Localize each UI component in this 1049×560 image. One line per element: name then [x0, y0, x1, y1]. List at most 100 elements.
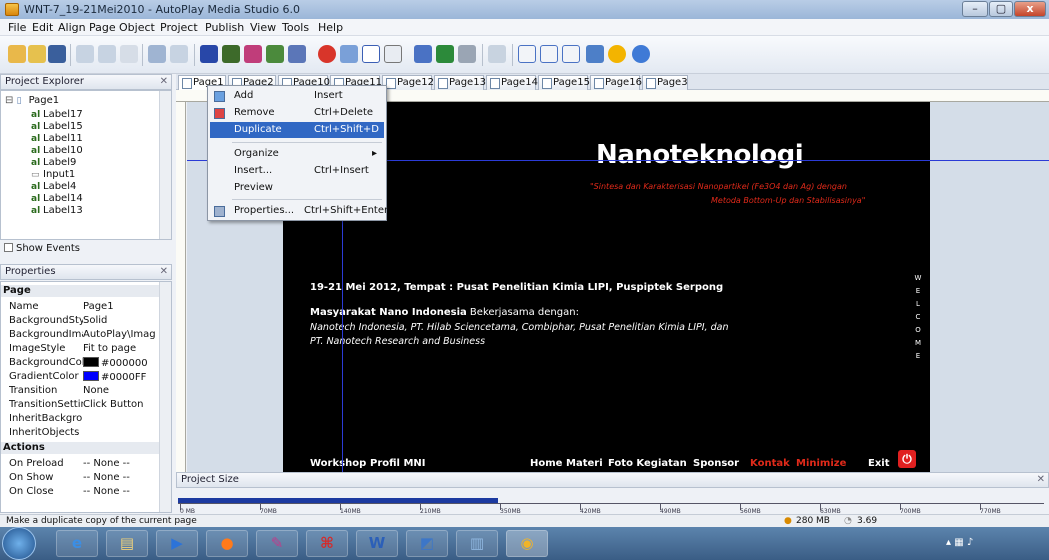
menu-duplicate[interactable]: Duplicate Ctrl+Shift+D — [210, 122, 384, 138]
menu-properties[interactable]: Properties... Ctrl+Shift+Enter — [210, 203, 388, 219]
property-row[interactable]: TransitionSettin Click Button — [1, 399, 159, 411]
dialog-icon[interactable] — [562, 45, 580, 63]
search-icon[interactable] — [488, 45, 506, 63]
menu-edit[interactable]: Edit — [32, 21, 53, 34]
menu-add[interactable]: Add Insert — [210, 88, 384, 104]
save-icon[interactable] — [48, 45, 66, 63]
start-button[interactable] — [2, 527, 36, 560]
media-player-icon[interactable]: ▶ — [156, 530, 198, 557]
minimize-button[interactable]: – — [962, 1, 988, 17]
tree-item[interactable]: al Label10 — [31, 145, 83, 157]
button-object-icon[interactable] — [200, 45, 218, 63]
flash-object-icon[interactable] — [288, 45, 306, 63]
cut-icon[interactable] — [76, 45, 94, 63]
panel-close-icon[interactable]: ✕ — [160, 265, 168, 279]
property-row[interactable]: GradientColor #0000FF — [1, 371, 159, 383]
word-icon[interactable]: W — [356, 530, 398, 557]
tree-item[interactable]: al Label11 — [31, 133, 83, 145]
color-swatch[interactable] — [83, 357, 99, 367]
nav-workshop[interactable]: Workshop — [310, 458, 366, 469]
property-row[interactable]: ImageStyle Fit to page — [1, 343, 159, 355]
tree-item[interactable]: al Label4 — [31, 181, 76, 193]
property-row[interactable]: BackgroundCol #000000 — [1, 357, 159, 369]
color-swatch[interactable] — [83, 371, 99, 381]
close-button[interactable]: x — [1014, 1, 1046, 17]
menu-align[interactable]: Align — [58, 21, 86, 34]
tab-page16[interactable]: Page16 — [590, 75, 642, 90]
autoplay-app-icon[interactable]: ◉ — [506, 530, 548, 557]
nav-kontak[interactable]: Kontak — [750, 458, 790, 469]
property-group[interactable]: Actions — [1, 442, 159, 454]
nav-profil[interactable]: Profil MNI — [370, 458, 426, 469]
paragraph-object-icon[interactable] — [244, 45, 262, 63]
pdf-reader-icon[interactable]: ⌘ — [306, 530, 348, 557]
preview-icon[interactable] — [586, 45, 604, 63]
property-row[interactable]: BackgroundStyl Solid — [1, 315, 159, 327]
vertical-ruler[interactable] — [176, 102, 186, 472]
panel-close-icon[interactable]: ✕ — [1037, 473, 1045, 487]
nav-foto[interactable]: Foto Kegiatan — [608, 458, 687, 469]
paste-icon[interactable] — [120, 45, 138, 63]
menu-view[interactable]: View — [250, 21, 276, 34]
tab-page14[interactable]: Page14 — [486, 75, 538, 90]
menu-file[interactable]: File — [8, 21, 26, 34]
publish-icon[interactable] — [608, 45, 626, 63]
partners-text[interactable]: PT. Nanotech Research and Business — [310, 336, 485, 347]
copy-icon[interactable] — [98, 45, 116, 63]
file-explorer-icon[interactable]: ▤ — [106, 530, 148, 557]
menu-project[interactable]: Project — [160, 21, 198, 34]
nav-exit[interactable]: Exit — [868, 458, 890, 469]
redo-icon[interactable] — [170, 45, 188, 63]
property-group[interactable]: Page — [1, 285, 159, 297]
subtitle-line[interactable]: "Sintesa dan Karakterisasi Nanopartikel … — [590, 182, 847, 191]
checkbox-icon[interactable] — [4, 243, 13, 252]
tree-object-icon[interactable] — [458, 45, 476, 63]
internet-explorer-icon[interactable]: e — [56, 530, 98, 557]
input-object-icon[interactable] — [362, 45, 380, 63]
nav-home[interactable]: Home — [530, 458, 562, 469]
property-row[interactable]: BackgroundIma AutoPlay\Imag — [1, 329, 159, 341]
firefox-icon[interactable]: ● — [206, 530, 248, 557]
tree-item[interactable]: ▭ Input1 — [31, 169, 75, 181]
tree-root[interactable]: ⊟ ▯ Page1 — [5, 95, 59, 107]
power-icon[interactable]: ⏻ — [898, 450, 916, 468]
page-icon[interactable] — [518, 45, 536, 63]
nav-materi[interactable]: Materi — [566, 458, 603, 469]
subtitle-line[interactable]: Metoda Bottom-Up dan Stabilisasinya" — [711, 196, 865, 205]
menu-publish[interactable]: Publish — [205, 21, 244, 34]
nav-sponsor[interactable]: Sponsor — [693, 458, 739, 469]
property-row[interactable]: On Show -- None -- — [1, 472, 159, 484]
title-bar[interactable]: WNT-7_19-21Mei2010 - AutoPlay Media Stud… — [0, 0, 1049, 19]
properties-scrollbar[interactable] — [159, 282, 171, 512]
tree-item[interactable]: al Label9 — [31, 157, 76, 169]
maximize-button[interactable]: ▢ — [989, 1, 1013, 17]
document-viewer-icon[interactable]: ◩ — [406, 530, 448, 557]
help-icon[interactable] — [632, 45, 650, 63]
tree-scrollbar[interactable] — [159, 91, 171, 239]
menu-help[interactable]: Help — [318, 21, 343, 34]
media-center-icon[interactable]: ▥ — [456, 530, 498, 557]
label-object-icon[interactable] — [222, 45, 240, 63]
menu-tools[interactable]: Tools — [282, 21, 309, 34]
listbox-object-icon[interactable] — [384, 45, 402, 63]
panel-close-icon[interactable]: ✕ — [160, 75, 168, 89]
tab-page12[interactable]: Page12 — [382, 75, 434, 90]
menu-remove[interactable]: Remove Ctrl+Delete — [210, 105, 384, 121]
tree-item[interactable]: al Label17 — [31, 109, 83, 121]
paint-icon[interactable]: ✎ — [256, 530, 298, 557]
property-row[interactable]: Name Page1 — [1, 301, 159, 313]
property-row[interactable]: InheritBackgrou — [1, 413, 159, 425]
record-icon[interactable] — [318, 45, 336, 63]
menu-page[interactable]: Page — [89, 21, 116, 34]
property-row[interactable]: InheritObjects — [1, 427, 159, 439]
wand-icon[interactable] — [8, 45, 26, 63]
property-row[interactable]: Transition None — [1, 385, 159, 397]
tree-item[interactable]: al Label14 — [31, 193, 83, 205]
event-info[interactable]: 19-21 Mei 2012, Tempat : Pusat Penelitia… — [310, 282, 723, 293]
show-events-checkbox[interactable]: Show Events — [0, 241, 172, 257]
menu-organize[interactable]: Organize ▸ — [210, 146, 384, 162]
progress-object-icon[interactable] — [436, 45, 454, 63]
tree-item[interactable]: al Label13 — [31, 205, 83, 217]
menu-object[interactable]: Object — [119, 21, 155, 34]
document-icon[interactable] — [540, 45, 558, 63]
